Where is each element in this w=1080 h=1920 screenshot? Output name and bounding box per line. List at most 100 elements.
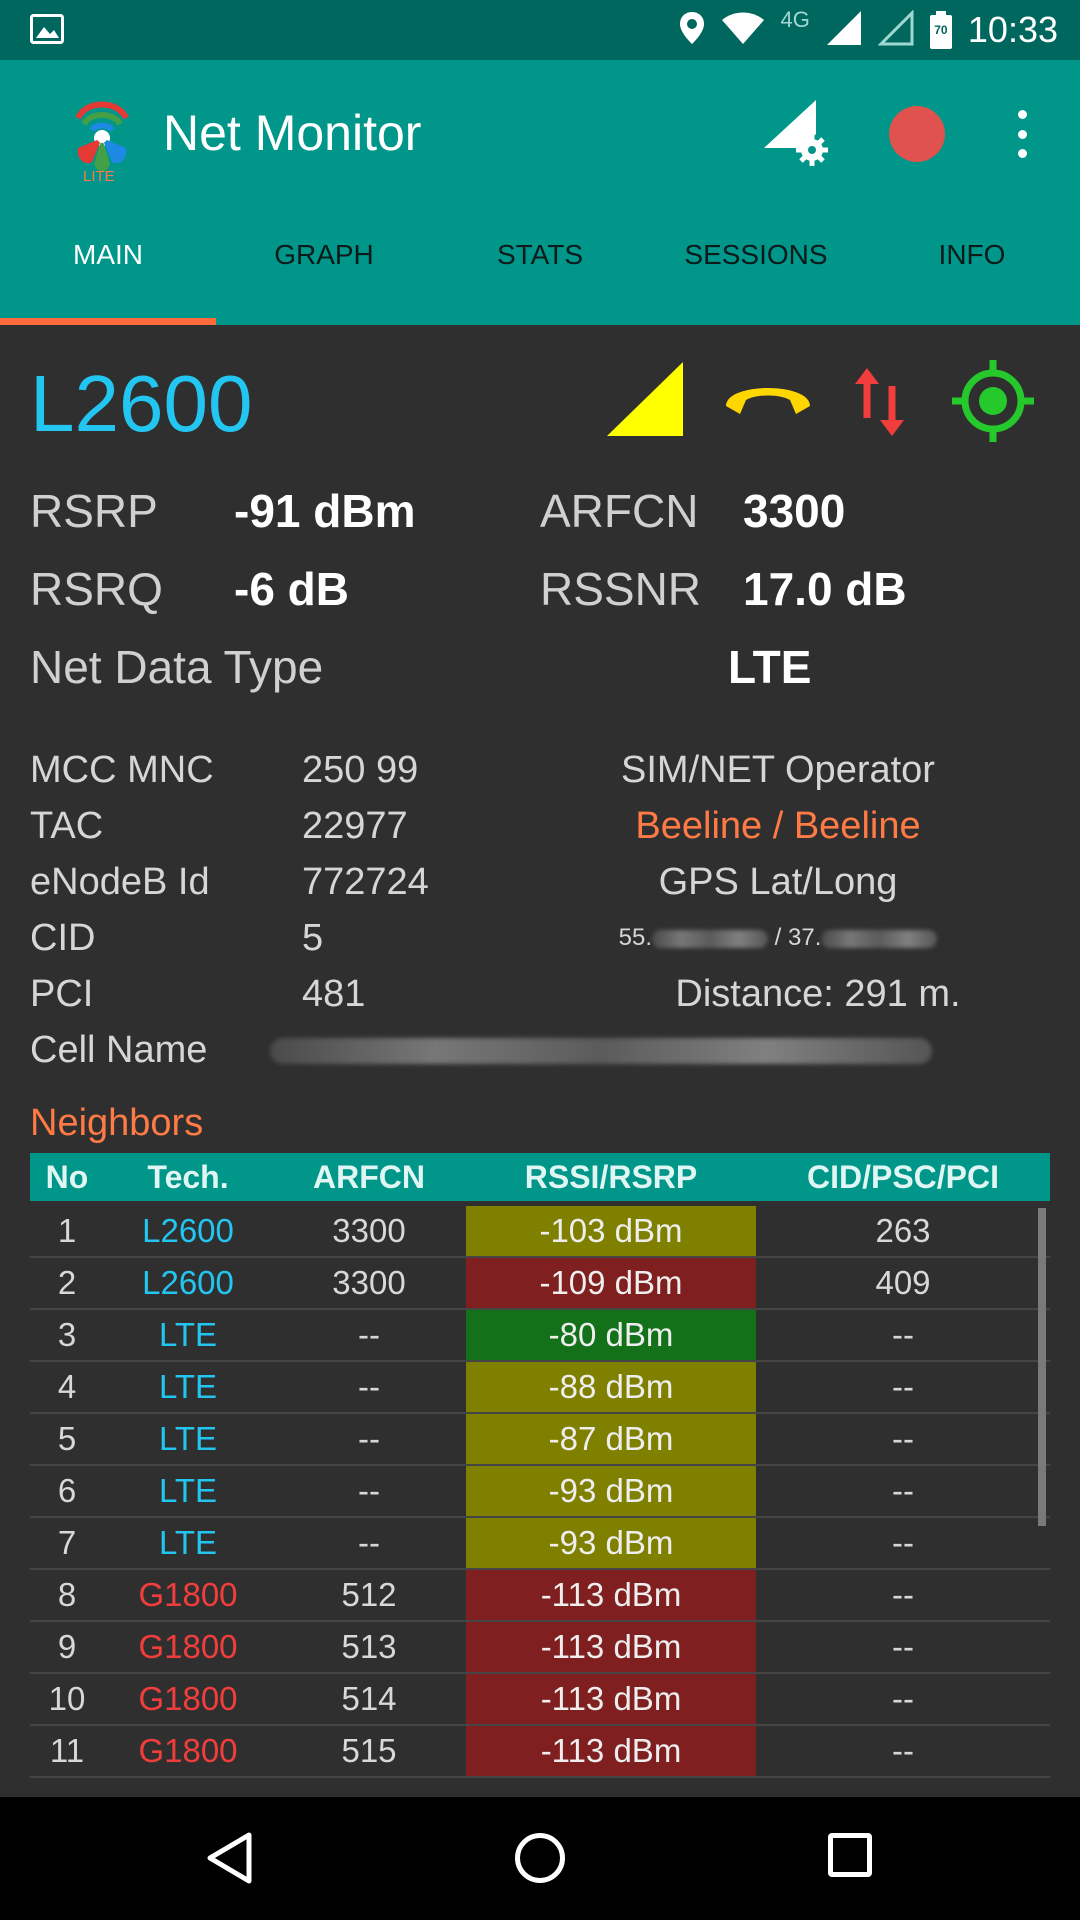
signal-settings-icon[interactable] [762, 98, 830, 171]
cell-arfcn: 512 [341, 1576, 397, 1613]
cell-tech: G1800 [138, 1576, 238, 1613]
rssnr-value: 17.0 dB [743, 563, 907, 615]
mcc-mnc-label: MCC MNC [30, 749, 214, 791]
app-title: Net Monitor [163, 105, 422, 161]
cell-no: 8 [57, 1576, 77, 1613]
cell-tech: G1800 [138, 1628, 238, 1665]
cell-arfcn: -- [358, 1316, 380, 1353]
cid-value: 5 [302, 917, 324, 959]
rsrp-label: RSRP [30, 485, 158, 537]
pci-value: 481 [302, 973, 366, 1015]
cell-no: 1 [57, 1212, 77, 1249]
rsrq-value: -6 dB [234, 563, 349, 615]
back-icon[interactable] [205, 1831, 253, 1890]
overflow-menu-icon[interactable] [1015, 110, 1029, 158]
cell-rssi: -87 dBm [466, 1414, 756, 1464]
table-row: 1 L2600 3300 -103 dBm 263 [30, 1206, 1050, 1258]
table-row: 2 L2600 3300 -109 dBm 409 [30, 1258, 1050, 1310]
rssnr-label: RSSNR [540, 563, 702, 615]
rsrq-label: RSRQ [30, 563, 163, 615]
cell-no: 9 [57, 1628, 77, 1665]
tac-value: 22977 [302, 805, 408, 847]
cell-no: 10 [48, 1680, 86, 1717]
gps-value: 55. / 37. [518, 924, 1038, 952]
clock: 10:33 [967, 9, 1058, 50]
image-icon [30, 14, 64, 49]
gps-lat-redacted [652, 929, 768, 948]
cell-tech: L2600 [142, 1264, 234, 1301]
tab-main[interactable]: MAIN [0, 215, 216, 325]
recents-icon[interactable] [828, 1833, 872, 1877]
cell-tech: LTE [158, 1472, 218, 1509]
cell-rssi: -88 dBm [466, 1362, 756, 1412]
cell-rssi: -93 dBm [466, 1466, 756, 1516]
cell-tech: G1800 [138, 1680, 238, 1717]
navigation-bar [0, 1797, 1080, 1920]
enodeb-value: 772724 [302, 861, 429, 903]
table-row: 8 G1800 512 -113 dBm -- [30, 1570, 1050, 1622]
tab-sessions[interactable]: SESSIONS [648, 215, 864, 325]
wifi-icon [721, 11, 765, 50]
table-row: 9 G1800 513 -113 dBm -- [30, 1622, 1050, 1674]
mcc-mnc-value: 250 99 [302, 749, 419, 791]
pci-label: PCI [30, 973, 94, 1015]
cell-arfcn: -- [358, 1472, 380, 1509]
gps-long-redacted [821, 929, 938, 948]
logo-badge: LITE [83, 168, 115, 185]
table-row: 10 G1800 514 -113 dBm -- [30, 1674, 1050, 1726]
operator-value: Beeline / Beeline [635, 805, 921, 847]
net-data-type-value: LTE [728, 641, 812, 693]
cell-no: 11 [49, 1732, 85, 1769]
cell-rssi: -109 dBm [466, 1258, 756, 1308]
cell-no: 7 [57, 1524, 77, 1561]
neighbors-table-body[interactable]: 1 L2600 3300 -103 dBm 263 2 L2600 3300 -109 dBm 4… [30, 1206, 1050, 1778]
table-row: 4 LTE -- -88 dBm -- [30, 1362, 1050, 1414]
gps-lat-prefix: 55. [618, 924, 652, 951]
cell-tech: L2600 [142, 1212, 234, 1249]
arfcn-label: ARFCN [540, 485, 699, 537]
cell-cid: -- [892, 1576, 914, 1613]
cell-cid: -- [892, 1524, 914, 1561]
battery-icon: 70 [929, 11, 952, 49]
cell-name-redacted [270, 1038, 932, 1064]
enodeb-label: eNodeB Id [30, 861, 210, 903]
cell-tech: LTE [158, 1524, 218, 1561]
header-arfcn: ARFCN [313, 1159, 425, 1195]
cell-cid: -- [892, 1472, 914, 1509]
cell-cid: -- [892, 1420, 914, 1457]
net-monitor-screen: 4G 70 10:33 LITE Net Monitor MAIN GRAPH … [0, 0, 1080, 1920]
signal-empty-icon [877, 8, 914, 51]
gps-long-prefix: / 37. [774, 924, 822, 951]
location-icon [679, 11, 705, 50]
status-bar: 4G 70 10:33 [0, 0, 1080, 60]
neighbors-table-header: No Tech. ARFCN RSSI/RSRP CID/PSC/PCI [30, 1153, 1050, 1201]
cid-label: CID [30, 917, 96, 959]
gps-fix-icon [950, 358, 1036, 449]
cell-arfcn: 3300 [332, 1264, 406, 1301]
signal-strength-icon [605, 360, 685, 443]
cell-rssi: -93 dBm [466, 1518, 756, 1568]
cell-no: 2 [57, 1264, 77, 1301]
home-icon[interactable] [515, 1833, 565, 1883]
cell-no: 3 [57, 1316, 77, 1353]
gps-label: GPS Lat/Long [658, 861, 898, 903]
table-row: 3 LTE -- -80 dBm -- [30, 1310, 1050, 1362]
cell-cid: 409 [875, 1264, 931, 1301]
network-type-badge: 4G [780, 7, 810, 32]
record-icon[interactable] [889, 106, 945, 162]
tab-graph[interactable]: GRAPH [216, 215, 432, 325]
tab-info[interactable]: INFO [864, 215, 1080, 325]
cell-cid: -- [892, 1316, 914, 1353]
cell-arfcn: -- [358, 1524, 380, 1561]
tac-label: TAC [30, 805, 104, 847]
cell-rssi: -103 dBm [466, 1206, 756, 1256]
cell-cid: -- [892, 1368, 914, 1405]
cell-cid: -- [892, 1680, 914, 1717]
table-row: 6 LTE -- -93 dBm -- [30, 1466, 1050, 1518]
neighbors-title: Neighbors [30, 1102, 204, 1144]
cell-rssi: -113 dBm [466, 1622, 756, 1672]
tab-stats[interactable]: STATS [432, 215, 648, 325]
net-data-type-label: Net Data Type [30, 641, 324, 693]
cell-arfcn: 513 [341, 1628, 397, 1665]
table-scrollbar[interactable] [1038, 1208, 1046, 1526]
